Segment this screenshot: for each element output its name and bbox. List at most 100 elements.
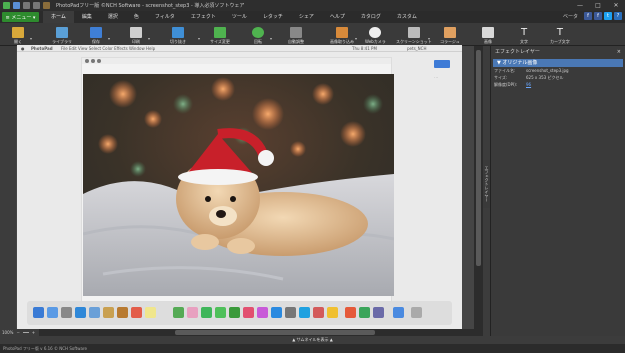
rotate-dropdown-icon[interactable]: ▾: [270, 36, 272, 41]
file-name-key: ファイル名:: [494, 68, 516, 73]
tab-share[interactable]: シェア: [291, 11, 322, 23]
text-button[interactable]: T 文字: [518, 24, 530, 45]
vertical-scrollbar[interactable]: [474, 46, 483, 329]
vertical-scroll-thumb[interactable]: [476, 50, 481, 266]
print-button[interactable]: 印刷: [130, 24, 142, 45]
tab-custom[interactable]: カスタム: [389, 11, 425, 23]
size-key: サイズ:: [494, 75, 508, 80]
screenshot-icon: [407, 27, 420, 38]
canvas-image[interactable]: ● PhotoPad File Edit View Select Color E…: [17, 45, 462, 329]
save-dropdown-icon[interactable]: ▾: [108, 36, 110, 41]
library-button[interactable]: ライブラリ: [52, 24, 72, 45]
horizontal-scroll-thumb[interactable]: [175, 330, 375, 335]
panel-close-icon[interactable]: ×: [617, 46, 621, 58]
main-menu-button[interactable]: ≡ メニュー ▾: [2, 12, 39, 22]
chrome-icon: [345, 307, 356, 318]
status-text: PhotoPad フリー版 v 6.16 © NCH Software: [3, 346, 87, 351]
close-button[interactable]: ✕: [607, 0, 625, 11]
image-label: 画像: [484, 39, 492, 44]
launchpad-icon: [61, 307, 72, 318]
curved-text-button[interactable]: T カーブ文字: [550, 24, 570, 45]
inner-user: pets_NCH: [407, 46, 427, 51]
collage-button[interactable]: コラージュ: [440, 24, 460, 45]
print-dropdown-icon[interactable]: ▾: [148, 36, 150, 41]
facebook-like-icon[interactable]: f: [594, 12, 602, 20]
size-row: サイズ: 625 x 353 ピクセル: [491, 75, 625, 82]
menu-bar: ≡ メニュー ▾ ホーム 編集 選択 色 フィルタ エフェクト ツール レタッチ…: [0, 11, 625, 23]
downloads-icon: [393, 307, 404, 318]
zoom-control: 100% − +: [2, 329, 35, 336]
thumbnail-toggle-bar[interactable]: ▲ サムネイルを表示 ▲: [0, 336, 625, 344]
image-button[interactable]: 画像: [482, 24, 494, 45]
file-name-row: ファイル名: screenshot_step3.jpg: [491, 68, 625, 75]
folder-open-icon: [12, 27, 24, 38]
size-value: 625 x 353 ピクセル: [526, 75, 564, 80]
save-button[interactable]: 保存: [90, 24, 102, 45]
tab-home[interactable]: ホーム: [43, 11, 74, 23]
rotate-button[interactable]: 回転: [252, 24, 264, 45]
auto-adjust-button[interactable]: 自動調整: [288, 24, 304, 45]
facebook-icon[interactable]: f: [584, 12, 592, 20]
original-image-section[interactable]: ▼ オリジナル画像: [493, 59, 623, 67]
crop-dropdown-icon[interactable]: ▾: [198, 36, 200, 41]
photos-icon: [187, 307, 198, 318]
safari-icon: [75, 307, 86, 318]
image-import-button[interactable]: 画像取り込み: [330, 24, 354, 45]
tab-edit[interactable]: 編集: [74, 11, 100, 23]
library-icon: [56, 27, 68, 38]
image-icon: [482, 27, 494, 38]
inner-menu: File Edit View Select Color Effects Wind…: [61, 46, 156, 51]
open-dropdown-icon[interactable]: ▾: [30, 36, 32, 41]
inner-window-controls: [85, 59, 101, 63]
show-thumbnails-label[interactable]: ▲ サムネイルを表示 ▲: [292, 337, 333, 343]
calendar-icon: [131, 307, 142, 318]
app-icon-2: [327, 307, 338, 318]
effects-layer-side-tab[interactable]: エフェクトレイヤー: [483, 160, 490, 208]
undo-icon[interactable]: [23, 2, 30, 9]
zoom-level[interactable]: 100%: [2, 330, 13, 335]
file-name-value: screenshot_step3.jpg: [526, 68, 569, 73]
tab-help[interactable]: ヘルプ: [322, 11, 353, 23]
auto-adjust-icon: [290, 27, 302, 38]
dpi-value-link[interactable]: 96: [526, 82, 531, 87]
inner-app-name: PhotoPad: [31, 46, 53, 51]
window-title: PhotoPadフリー版 ©NCH Software - screenshot_…: [56, 3, 245, 9]
twitter-icon[interactable]: t: [604, 12, 612, 20]
zoom-slider[interactable]: [22, 332, 29, 333]
minimize-button[interactable]: —: [571, 0, 589, 11]
import-dropdown-icon[interactable]: ▾: [355, 36, 357, 41]
app-icon-1: [313, 307, 324, 318]
help-icon[interactable]: ?: [614, 12, 622, 20]
tab-filter[interactable]: フィルタ: [147, 11, 183, 23]
puppy-photo: [83, 74, 394, 296]
zoom-in-button[interactable]: +: [32, 330, 35, 335]
tab-catalog[interactable]: カタログ: [353, 11, 389, 23]
ribbon-toolbar: 開く ▾ ライブラリ 保存 ▾ 印刷 ▾ 切り抜き ▾ サイズ変更 回転 ▾ 自…: [0, 23, 625, 46]
itunes-icon: [243, 307, 254, 318]
open-button[interactable]: 開く: [12, 24, 24, 45]
podcasts-icon: [257, 307, 268, 318]
printer-icon: [130, 27, 142, 38]
tab-select[interactable]: 選択: [100, 11, 126, 23]
resize-button[interactable]: サイズ変更: [210, 24, 230, 45]
crop-button[interactable]: 切り抜き: [170, 24, 186, 45]
screenshot-dropdown-icon[interactable]: ▾: [428, 36, 430, 41]
inner-window-titlebar: [82, 58, 391, 64]
webcam-button[interactable]: Webカメラ: [365, 24, 386, 45]
maximize-button[interactable]: □: [589, 0, 607, 11]
screenshot-button[interactable]: スクリーンショット: [396, 24, 432, 45]
horizontal-scrollbar[interactable]: [39, 329, 483, 336]
inner-menu-bar: ● PhotoPad File Edit View Select Color E…: [17, 45, 462, 52]
text-icon: T: [520, 27, 528, 38]
curved-text-icon: T: [556, 27, 563, 38]
siri-icon: [47, 307, 58, 318]
tab-retouch[interactable]: レタッチ: [255, 11, 291, 23]
folder-icon[interactable]: [43, 2, 50, 9]
tab-color[interactable]: 色: [126, 11, 147, 23]
save-quick-icon[interactable]: [13, 2, 20, 9]
tab-effects[interactable]: エフェクト: [183, 11, 224, 23]
zoom-out-button[interactable]: −: [16, 330, 19, 335]
redo-icon[interactable]: [33, 2, 40, 9]
puppy-photo-graphic: [83, 74, 394, 296]
tab-tools[interactable]: ツール: [224, 11, 255, 23]
